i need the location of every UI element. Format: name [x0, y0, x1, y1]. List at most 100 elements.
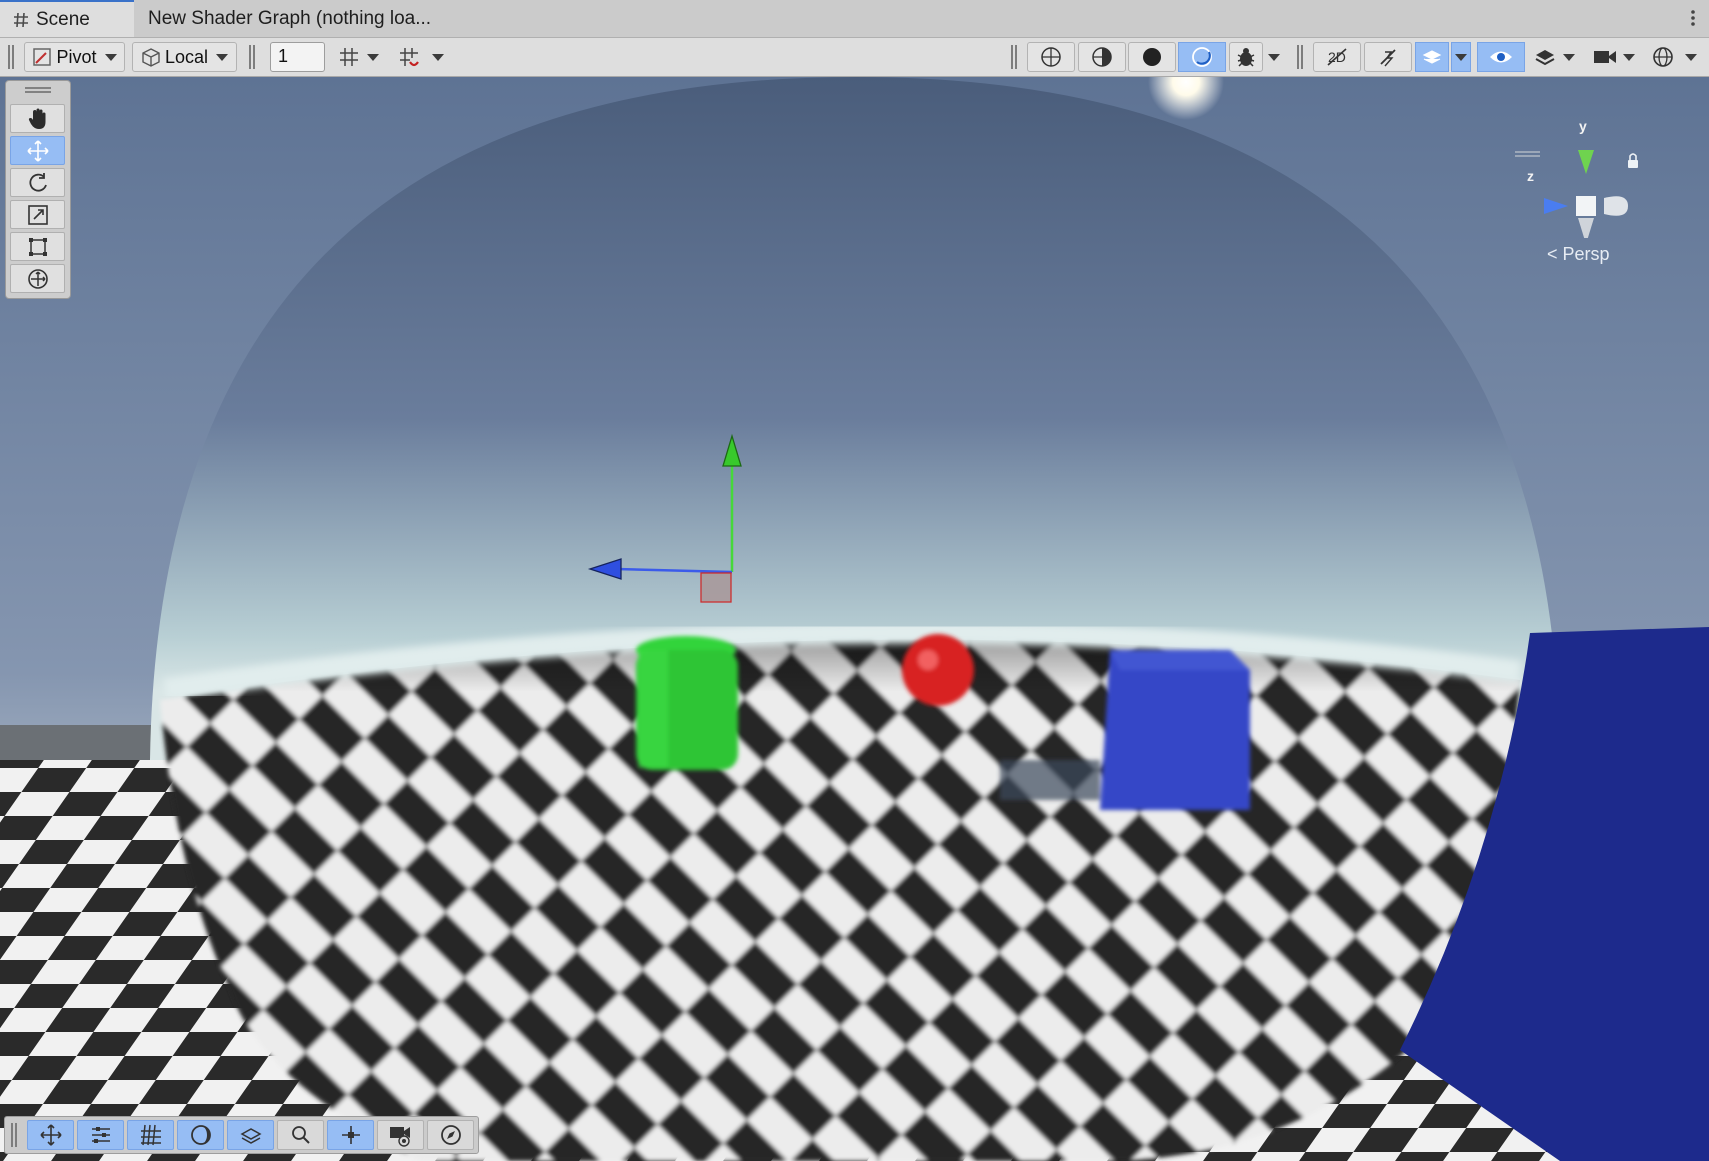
debug-draw-dropdown[interactable] — [1265, 42, 1283, 72]
gizmo-z-label: z — [1527, 168, 1534, 184]
lighting-toggle-button[interactable] — [1364, 42, 1412, 72]
hand-tool-button[interactable] — [10, 104, 65, 133]
gizmo-y-label: y — [1579, 118, 1587, 134]
shaded-wireframe-icon — [1092, 47, 1112, 67]
scene-toolbar: Pivot Local 1 — [0, 38, 1709, 77]
light-off-icon — [1380, 49, 1396, 67]
projection-toggle[interactable]: < Persp — [1547, 244, 1610, 265]
scene-effects-button[interactable] — [1415, 42, 1449, 72]
rect-transform-icon — [28, 237, 47, 256]
tools-overlay — [5, 80, 71, 299]
overlay-navigation-button[interactable] — [427, 1120, 474, 1150]
tab-shader-graph[interactable]: New Shader Graph (nothing loa... — [134, 0, 454, 37]
2d-mode-icon: 2D — [1327, 48, 1347, 66]
overlay-grip[interactable] — [11, 1123, 17, 1147]
rotate-icon — [28, 172, 47, 192]
transform-tool-button[interactable] — [10, 264, 65, 293]
increment-snap-icon — [400, 48, 419, 67]
toolbar-grip[interactable] — [249, 45, 255, 69]
overlay-grid-button[interactable] — [127, 1120, 174, 1150]
scene-effects-dropdown[interactable] — [1451, 42, 1471, 72]
increment-snap-dropdown[interactable] — [429, 42, 447, 72]
tab-shader-graph-label: New Shader Graph (nothing loa... — [148, 7, 432, 29]
grid-snap-field[interactable]: 1 — [270, 42, 325, 72]
sliders-icon — [91, 1127, 110, 1143]
layers-effects-icon — [1422, 50, 1442, 64]
overlay-settings-button[interactable] — [77, 1120, 124, 1150]
local-cube-icon — [142, 48, 160, 67]
chevron-down-icon — [1268, 53, 1280, 61]
gizmos-dropdown[interactable] — [1682, 42, 1700, 72]
increment-snap-button[interactable] — [396, 42, 422, 72]
2d-toggle-button[interactable]: 2D — [1313, 42, 1361, 72]
tab-scene[interactable]: Scene — [0, 0, 134, 37]
overlay-toolbar — [4, 1116, 479, 1154]
move-tool-button[interactable] — [10, 136, 65, 165]
shaded-button[interactable] — [1128, 42, 1176, 72]
scale-tool-button[interactable] — [10, 200, 65, 229]
camera-eye-icon — [389, 1127, 410, 1147]
pivot-label: Pivot — [56, 46, 97, 67]
scene-visibility-button[interactable] — [1477, 42, 1525, 72]
transform-icon — [27, 268, 48, 289]
pivot-handles-icon — [341, 1126, 360, 1144]
layers-dropdown[interactable] — [1560, 42, 1578, 72]
pivot-dropdown[interactable]: Pivot — [24, 42, 125, 72]
more-menu-icon[interactable] — [1687, 6, 1699, 30]
scale-icon — [27, 204, 48, 225]
overlay-layers-button[interactable] — [227, 1120, 274, 1150]
wireframe-draw-mode-button[interactable] — [1027, 42, 1075, 72]
grid-snap-icon — [340, 48, 358, 66]
panel-drag-handle[interactable] — [23, 85, 53, 95]
chevron-down-icon — [367, 53, 379, 61]
lit-sphere-icon — [1192, 47, 1212, 67]
pivot-icon — [33, 48, 52, 66]
projection-label: Persp — [1562, 244, 1610, 264]
eye-icon — [1490, 51, 1512, 63]
tab-bar: Scene New Shader Graph (nothing loa... — [0, 0, 1709, 38]
overlay-pivot-button[interactable] — [327, 1120, 374, 1150]
hand-icon — [28, 108, 45, 129]
gizmo-globe-icon — [1653, 47, 1673, 67]
lock-icon[interactable] — [1628, 160, 1638, 168]
toolbar-grip[interactable] — [1011, 45, 1017, 69]
camera-settings-dropdown[interactable] — [1620, 42, 1638, 72]
chevron-down-icon — [104, 53, 117, 61]
chevron-down-icon — [1623, 53, 1635, 61]
local-dropdown[interactable]: Local — [132, 42, 237, 72]
toolbar-grip[interactable] — [1297, 45, 1303, 69]
render-mode-button[interactable] — [1178, 42, 1226, 72]
rotate-tool-button[interactable] — [10, 168, 65, 197]
overlay-search-button[interactable] — [277, 1120, 324, 1150]
shaded-sphere-icon — [1143, 48, 1161, 66]
grid-snap-button[interactable] — [336, 42, 362, 72]
move-arrows-icon — [26, 139, 49, 162]
overlay-move-button[interactable] — [27, 1120, 74, 1150]
local-label: Local — [164, 46, 209, 67]
bug-icon — [1237, 48, 1255, 67]
rect-tool-button[interactable] — [10, 232, 65, 261]
grid-snap-dropdown[interactable] — [364, 42, 382, 72]
overlay-camera-button[interactable] — [377, 1120, 424, 1150]
debug-draw-mode-button[interactable] — [1229, 42, 1263, 72]
scene-render — [0, 77, 1709, 1161]
scene-viewport[interactable]: y z < Persp — [0, 77, 1709, 1161]
lighting-sphere-icon — [190, 1125, 211, 1145]
chevron-down-icon — [432, 53, 444, 61]
wireframe-sphere-icon — [1041, 47, 1061, 67]
toolbar-grip[interactable] — [8, 45, 14, 69]
layers-icon — [1535, 50, 1555, 66]
shaded-wireframe-button[interactable] — [1078, 42, 1126, 72]
camera-settings-button[interactable] — [1590, 42, 1620, 72]
tab-scene-label: Scene — [36, 8, 90, 30]
gizmos-button[interactable] — [1648, 42, 1678, 72]
search-icon — [291, 1126, 310, 1144]
grid-icon — [140, 1124, 161, 1146]
move-arrows-icon — [39, 1124, 62, 1146]
grid-hash-icon — [14, 12, 28, 27]
layers-button[interactable] — [1530, 42, 1560, 72]
overlay-lighting-button[interactable] — [177, 1120, 224, 1150]
layers-effects-icon — [239, 1128, 262, 1144]
chevron-down-icon — [1685, 53, 1697, 61]
chevron-down-icon — [1455, 53, 1467, 61]
